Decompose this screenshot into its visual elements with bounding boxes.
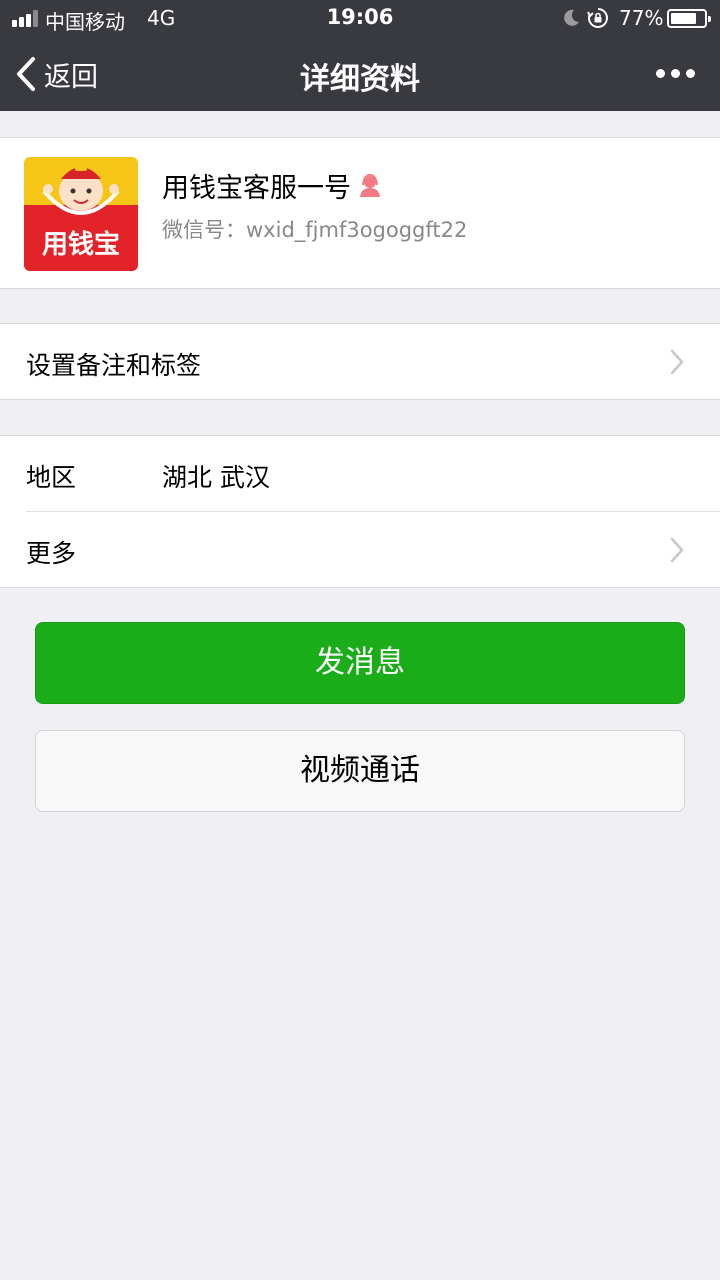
battery-percent: 77% — [619, 6, 664, 30]
rotation-lock-icon — [587, 8, 608, 28]
profile-card: 用钱宝 用钱宝客服一号 微信号：wxid_fjmf3ogoggft22 — [0, 137, 720, 289]
female-icon — [360, 173, 380, 197]
more-label: 更多 — [26, 539, 77, 568]
moon-icon — [564, 9, 579, 26]
remark-section: 设置备注和标签 — [0, 323, 720, 400]
avatar[interactable]: 用钱宝 — [24, 157, 138, 271]
page-title: 详细资料 — [300, 62, 420, 97]
nav-bar: 返回 详细资料 — [0, 36, 720, 111]
more-dots-icon[interactable] — [652, 60, 702, 86]
remark-label: 设置备注和标签 — [26, 351, 202, 380]
send-message-button[interactable]: 发消息 — [35, 622, 685, 704]
battery-icon — [667, 9, 711, 28]
wechat-id: 微信号：wxid_fjmf3ogoggft22 — [162, 214, 467, 244]
video-call-button[interactable]: 视频通话 — [35, 730, 685, 812]
remark-row[interactable]: 设置备注和标签 — [0, 324, 720, 400]
chevron-right-icon — [670, 537, 684, 563]
status-bar: 中国移动 4G 19:06 77% — [0, 0, 720, 36]
wechat-id-label: 微信号： — [162, 218, 246, 242]
region-label: 地区 — [26, 463, 77, 492]
region-value: 湖北 武汉 — [162, 463, 270, 492]
avatar-logo-text: 用钱宝 — [42, 229, 120, 260]
contact-name: 用钱宝客服一号 — [162, 173, 351, 204]
top-bar: 中国移动 4G 19:06 77% 返回 详细资料 — [0, 0, 720, 111]
info-section: 地区 湖北 武汉 更多 — [0, 435, 720, 588]
more-row[interactable]: 更多 — [0, 512, 720, 588]
wechat-id-value: wxid_fjmf3ogoggft22 — [246, 218, 468, 242]
chevron-right-icon — [670, 349, 684, 375]
region-row: 地区 湖北 武汉 — [0, 436, 720, 512]
status-time: 19:06 — [326, 5, 394, 29]
